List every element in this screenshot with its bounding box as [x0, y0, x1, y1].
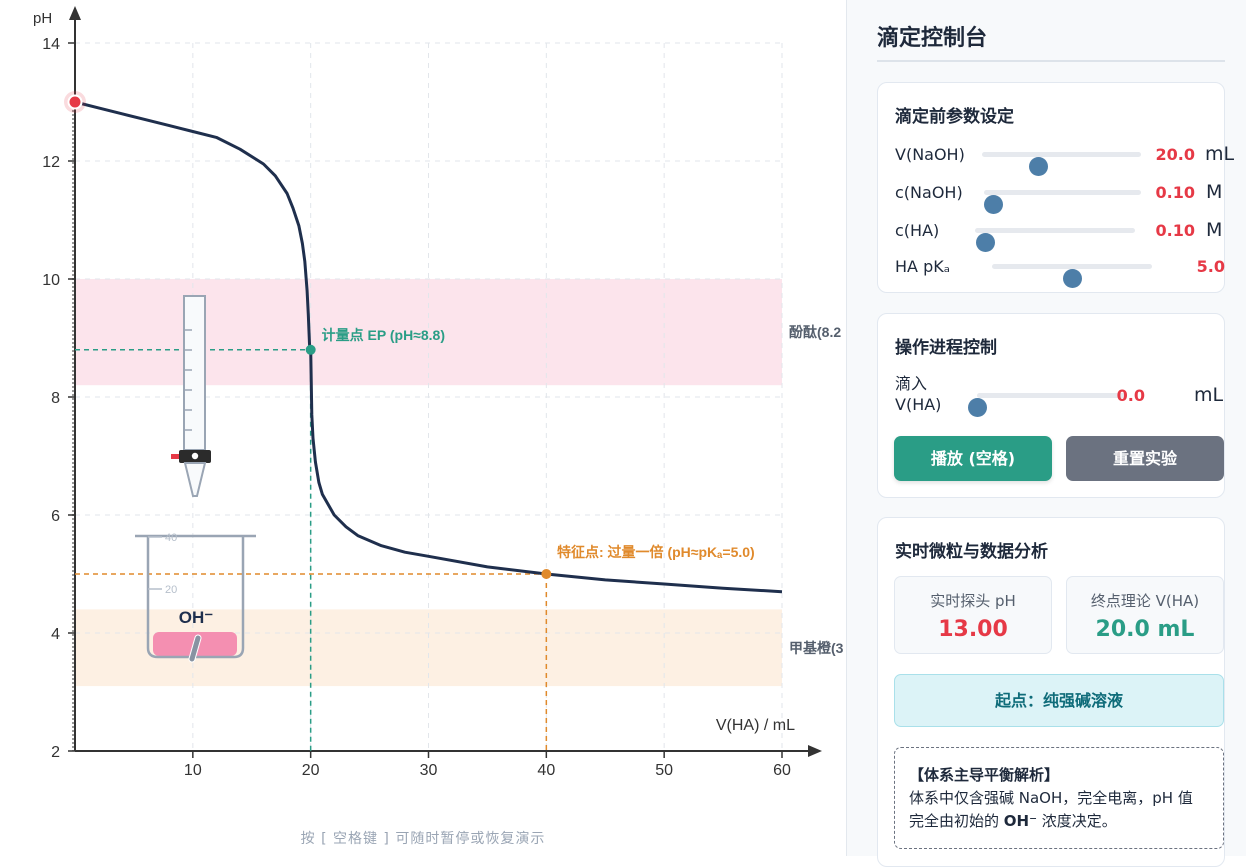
param-row-c-naoh: c(NaOH) 0.10 M	[895, 178, 1225, 214]
param-value: 0.10	[1155, 183, 1195, 202]
progress-label-line2: V(HA)	[895, 395, 942, 414]
equilibrium-ion: OH⁻	[1003, 812, 1038, 830]
param-value: 20.0	[1155, 145, 1195, 164]
params-card: 滴定前参数设定 V(NaOH) 20.0 mL c(NaOH) 0.10 M c…	[877, 82, 1234, 293]
y-tick-label: 8	[51, 390, 60, 407]
half-excess-point-label: 特征点: 过量一倍 (pH≈pKₐ=5.0)	[557, 544, 755, 560]
progress-label: 滴入 V(HA)	[895, 373, 941, 415]
equilibrium-analysis-box: 【体系主导平衡解析】 体系中仅含强碱 NaOH，完全电离，pH 值 完全由初始的…	[894, 747, 1224, 849]
half-excess-point-marker	[541, 569, 552, 579]
param-row-pka: HA pKₐ 5.0	[895, 252, 1225, 288]
x-tick-label: 50	[655, 762, 673, 779]
equilibrium-title: 【体系主导平衡解析】	[909, 766, 1060, 784]
param-row-v-naoh: V(NaOH) 20.0 mL	[895, 140, 1234, 176]
param-unit: M	[1206, 219, 1223, 241]
param-label: HA pKₐ	[895, 257, 950, 276]
progress-card: 操作进程控制 滴入 V(HA) 0.0 mL 播放 (空格) 重置实验	[877, 313, 1225, 498]
slider-knob[interactable]	[984, 195, 1004, 214]
slider-knob[interactable]	[1063, 269, 1082, 288]
burette-tip	[183, 462, 207, 497]
endpoint-readout-label: 终点理论 V(HA)	[1090, 592, 1200, 610]
equilibrium-line2: 完全由初始的 OH⁻ 浓度决定。	[909, 810, 1209, 833]
reset-button[interactable]: 重置实验	[1066, 436, 1224, 481]
ph-readout-label: 实时探头 pH	[930, 592, 1016, 610]
y-tick-label: 14	[42, 36, 60, 53]
progress-value: 0.0	[1116, 386, 1145, 405]
param-label: c(NaOH)	[895, 183, 963, 202]
y-axis-arrow	[69, 6, 81, 20]
beaker-mark-label: 20	[165, 584, 177, 596]
keyboard-hint: 按 [ 空格键 ] 可随时暂停或恢复演示	[300, 831, 546, 847]
current-point-marker	[67, 94, 83, 110]
param-value: 0.10	[1155, 221, 1195, 240]
v-naoh-slider[interactable]	[982, 152, 1141, 176]
equilibrium-line2-a: 完全由初始的	[909, 812, 1004, 830]
ion-label: OH⁻	[179, 608, 214, 627]
c-naoh-slider[interactable]	[984, 190, 1141, 214]
param-label: c(HA)	[895, 221, 940, 240]
slider-knob[interactable]	[1028, 157, 1048, 176]
equilibrium-line2-c: 浓度决定。	[1037, 812, 1117, 830]
indicator-band-label: 甲基橙(3	[789, 640, 844, 656]
equivalence-point-marker	[305, 344, 316, 355]
y-tick-label: 2	[51, 744, 60, 761]
endpoint-readout: 终点理论 V(HA) 20.0 mL	[1066, 576, 1224, 654]
x-tick-label: 30	[420, 762, 438, 779]
x-tick-label: 60	[773, 762, 791, 779]
x-tick-label: 20	[302, 762, 320, 779]
titration-chart: 酚酞(8.2 甲基橙(3 2 4 6 8 10 12 14 10 20 30 40 50 60 pH V(HA)…	[33, 6, 844, 779]
burette-stopcock-pin	[191, 452, 199, 460]
y-tick-label: 12	[42, 154, 60, 171]
x-tick-label: 40	[537, 762, 555, 779]
param-label: V(NaOH)	[895, 145, 965, 164]
x-tick-label: 10	[184, 762, 202, 779]
endpoint-readout-value: 20.0 mL	[1095, 617, 1195, 642]
progress-row: 滴入 V(HA) 0.0 mL	[895, 374, 1225, 418]
param-value: 5.0	[1196, 257, 1225, 276]
progress-unit: mL	[1194, 384, 1224, 406]
ph-readout-value: 13.00	[938, 617, 1008, 642]
phase-banner: 起点：纯强碱溶液	[894, 674, 1224, 727]
y-axis-label: pH	[33, 10, 52, 27]
param-unit: mL	[1205, 143, 1235, 165]
slider-knob[interactable]	[975, 233, 995, 252]
x-axis-label: V(HA) / mL	[716, 717, 795, 734]
param-unit: M	[1206, 181, 1223, 203]
y-tick-label: 4	[51, 626, 60, 643]
ph-readout: 实时探头 pH 13.00	[894, 576, 1052, 654]
panel-title: 滴定控制台	[877, 26, 988, 51]
slider-knob[interactable]	[968, 398, 987, 417]
panel-divider	[877, 60, 1225, 62]
y-tick-label: 6	[51, 508, 60, 525]
c-ha-slider[interactable]	[975, 228, 1135, 252]
x-axis-arrow	[808, 745, 822, 757]
progress-label-line1: 滴入	[895, 374, 928, 393]
burette-tube	[183, 295, 206, 451]
control-panel: 滴定控制台 滴定前参数设定 V(NaOH) 20.0 mL c(NaOH) 0.…	[846, 0, 1246, 867]
y-tick-label: 10	[42, 272, 60, 289]
play-button[interactable]: 播放 (空格)	[894, 436, 1052, 481]
equivalence-point-label: 计量点 EP (pH≈8.8)	[322, 327, 445, 343]
titration-plot-area: 酚酞(8.2 甲基橙(3 2 4 6 8 10 12 14 10 20 30 40 50 60 pH V(HA)…	[0, 0, 846, 856]
param-row-c-ha: c(HA) 0.10 M	[895, 216, 1225, 252]
equilibrium-line1: 体系中仅含强碱 NaOH，完全电离，pH 值	[909, 789, 1193, 807]
pka-slider[interactable]	[992, 264, 1152, 288]
indicator-band-label: 酚酞(8.2	[789, 324, 841, 340]
analysis-card-title: 实时微粒与数据分析	[895, 542, 1048, 562]
analysis-card: 实时微粒与数据分析 实时探头 pH 13.00 终点理论 V(HA) 20.0 …	[877, 517, 1225, 867]
beaker-mark-label: 40	[165, 532, 177, 544]
progress-card-title: 操作进程控制	[895, 338, 997, 358]
params-card-title: 滴定前参数设定	[895, 107, 1014, 127]
